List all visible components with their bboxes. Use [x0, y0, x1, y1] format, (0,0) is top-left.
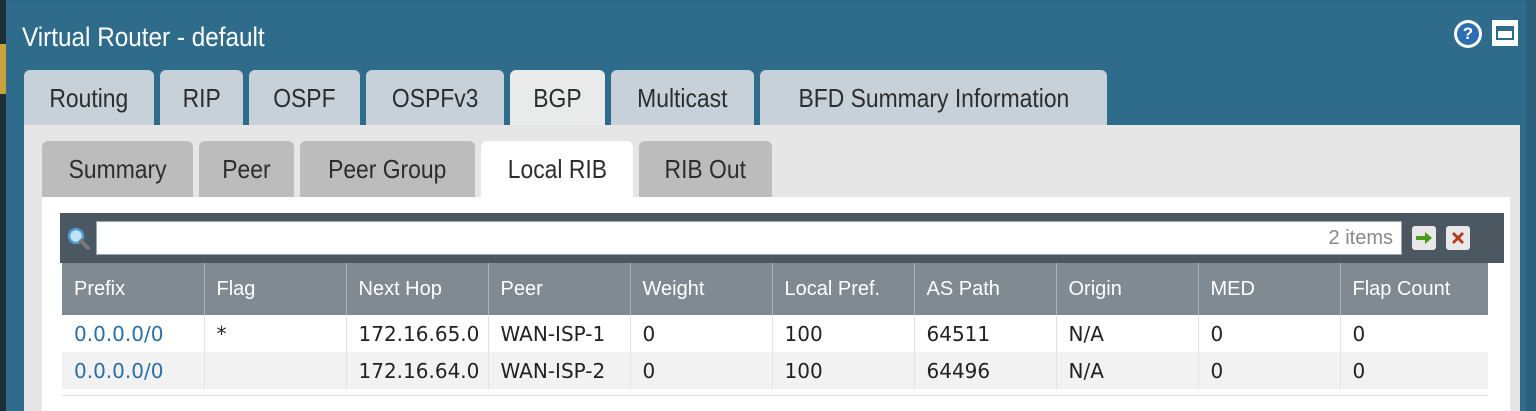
- bgp-panel: Summary Peer Peer Group Local RIB RIB Ou…: [24, 125, 1520, 411]
- magnifier-icon: [67, 227, 90, 250]
- virtual-router-dialog: Virtual Router - default ? Routing RIP O…: [6, 4, 1526, 411]
- cell-weight: 0: [629, 315, 772, 352]
- prefix-link[interactable]: 0.0.0.0/0: [62, 352, 204, 389]
- tab-multicast[interactable]: Multicast: [610, 70, 754, 126]
- cell-as-path: 64496: [913, 352, 1056, 389]
- subtab-peer[interactable]: Peer: [199, 141, 295, 197]
- col-local-pref[interactable]: Local Pref.: [771, 263, 914, 315]
- cell-origin: N/A: [1055, 315, 1198, 352]
- col-as-path[interactable]: AS Path: [913, 263, 1056, 315]
- subtab-summary[interactable]: Summary: [42, 141, 194, 197]
- cell-next-hop: 172.16.64.0: [345, 352, 488, 389]
- col-prefix[interactable]: Prefix: [62, 263, 204, 315]
- table-row[interactable]: 0.0.0.0/0 * 172.16.65.0 WAN-ISP-1 0 100 …: [62, 315, 1488, 352]
- cell-flap-count: 0: [1339, 315, 1488, 352]
- cell-weight: 0: [629, 352, 772, 389]
- minimize-icon[interactable]: [1492, 20, 1518, 46]
- col-weight[interactable]: Weight: [629, 263, 772, 315]
- col-peer[interactable]: Peer: [487, 263, 630, 315]
- cell-med: 0: [1197, 352, 1340, 389]
- cell-flag: [203, 352, 346, 389]
- subtab-local-rib[interactable]: Local RIB: [480, 141, 634, 197]
- title-icons: ?: [1454, 20, 1518, 48]
- help-icon[interactable]: ?: [1454, 20, 1482, 48]
- tab-ospfv3[interactable]: OSPFv3: [365, 70, 505, 126]
- arrow-right-icon[interactable]: [1412, 226, 1436, 250]
- tab-bgp[interactable]: BGP: [510, 70, 605, 126]
- prefix-link[interactable]: 0.0.0.0/0: [62, 315, 204, 352]
- tab-ospf[interactable]: OSPF: [248, 70, 360, 126]
- sub-tabs: Summary Peer Peer Group Local RIB RIB Ou…: [42, 141, 772, 197]
- subtab-peer-group[interactable]: Peer Group: [300, 141, 475, 197]
- local-rib-table: Prefix Flag Next Hop Peer Weight Local P…: [62, 263, 1488, 389]
- cell-med: 0: [1197, 315, 1340, 352]
- cell-origin: N/A: [1055, 352, 1198, 389]
- col-flag[interactable]: Flag: [203, 263, 346, 315]
- col-next-hop[interactable]: Next Hop: [345, 263, 488, 315]
- cell-flag: *: [203, 315, 346, 352]
- local-rib-content: Prefix Flag Next Hop Peer Weight Local P…: [42, 197, 1510, 411]
- filter-input[interactable]: [96, 221, 1402, 255]
- cell-local-pref: 100: [771, 352, 914, 389]
- cell-peer: WAN-ISP-1: [487, 315, 630, 352]
- col-med[interactable]: MED: [1197, 263, 1340, 315]
- top-tabs: Routing RIP OSPF OSPFv3 BGP Multicast BF…: [24, 70, 1108, 126]
- subtab-rib-out[interactable]: RIB Out: [639, 141, 772, 197]
- filter-bar: [60, 213, 1504, 263]
- col-origin[interactable]: Origin: [1055, 263, 1198, 315]
- tab-routing[interactable]: Routing: [24, 70, 154, 126]
- dialog-title: Virtual Router - default: [22, 22, 265, 52]
- right-edge: [1526, 0, 1536, 411]
- tab-bfd-summary[interactable]: BFD Summary Information: [759, 70, 1108, 126]
- cell-next-hop: 172.16.65.0: [345, 315, 488, 352]
- table-row[interactable]: 0.0.0.0/0 172.16.64.0 WAN-ISP-2 0 100 64…: [62, 352, 1488, 389]
- close-x-icon[interactable]: [1446, 226, 1470, 250]
- table-footer-divider: [62, 395, 1488, 396]
- table-header-row: Prefix Flag Next Hop Peer Weight Local P…: [62, 263, 1488, 315]
- cell-local-pref: 100: [771, 315, 914, 352]
- tab-rip[interactable]: RIP: [159, 70, 243, 126]
- col-flap-count[interactable]: Flap Count: [1339, 263, 1488, 315]
- cell-peer: WAN-ISP-2: [487, 352, 630, 389]
- cell-flap-count: 0: [1339, 352, 1488, 389]
- cell-as-path: 64511: [913, 315, 1056, 352]
